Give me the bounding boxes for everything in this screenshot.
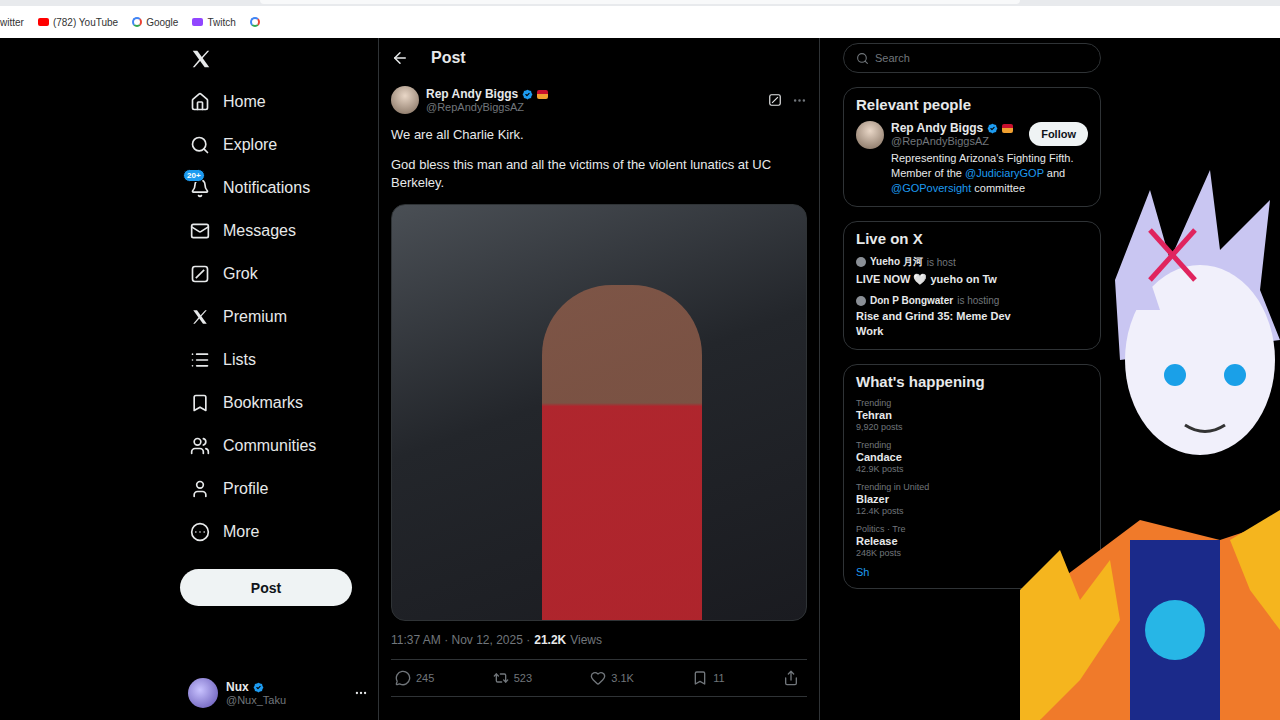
sidebar-item[interactable]: Lists: [180, 338, 368, 381]
main: HomeExplore20+NotificationsMessagesGrokP…: [0, 38, 1280, 720]
address-strip: [0, 0, 1280, 6]
bookmark-button[interactable]: 11: [692, 670, 724, 686]
page: witter (782) YouTube Google Twitch HomeExplo…: [0, 0, 1280, 720]
bookmark[interactable]: [250, 17, 260, 27]
address-bar[interactable]: [260, 0, 1020, 4]
author-handle[interactable]: @RepAndyBiggsAZ: [426, 101, 761, 113]
sidebar-item[interactable]: Communities: [180, 424, 368, 467]
like-button[interactable]: 3.1K: [590, 670, 634, 686]
google-icon: [132, 17, 142, 27]
grok-icon: [190, 264, 210, 284]
verified-icon: [252, 681, 265, 694]
sidebar: HomeExplore20+NotificationsMessagesGrokP…: [180, 38, 378, 720]
sidebar-item[interactable]: More: [180, 510, 368, 553]
tweet: Rep Andy Biggs@RepAndyBiggsAZ We are all …: [379, 78, 819, 697]
trend-item[interactable]: Politics · TreRelease248K posts: [856, 524, 1088, 558]
search-icon: [190, 135, 210, 155]
tweet-meta: 11:37 AM · Nov 12, 2025 ·21.2KViews: [391, 633, 807, 660]
author-avatar[interactable]: [391, 86, 419, 114]
sidebar-item[interactable]: Bookmarks: [180, 381, 368, 424]
affiliate-badge: [537, 90, 548, 99]
trending-card: What's happeningTrendingTehran9,920 post…: [843, 364, 1101, 589]
sidebar-item[interactable]: Profile: [180, 467, 368, 510]
premium-x-icon[interactable]: [191, 308, 209, 326]
search-icon: [856, 52, 869, 65]
verified-icon: [521, 88, 534, 101]
relevant-people-card: Relevant peopleRep Andy Biggs@RepAndyBig…: [843, 87, 1101, 207]
bookmark[interactable]: Twitch: [192, 17, 235, 28]
users-icon: [190, 436, 210, 456]
host-avatar: [856, 257, 866, 267]
back-arrow-icon[interactable]: [391, 49, 409, 67]
tweet-photo[interactable]: [391, 204, 807, 621]
follow-button[interactable]: Follow: [1029, 122, 1088, 146]
bookmark-icon: [692, 670, 708, 686]
live-item[interactable]: Don P Bongwateris hostingRise and Grind …: [856, 295, 1088, 339]
verified-icon: [986, 122, 999, 135]
more-icon[interactable]: [792, 93, 807, 108]
streamer-avatar: [1020, 160, 1280, 720]
more-circle-icon: [190, 522, 210, 542]
header: Post: [379, 38, 819, 78]
trend-item[interactable]: TrendingTehran9,920 posts: [856, 398, 1088, 432]
repost-icon: [493, 670, 509, 686]
logo[interactable]: [180, 38, 368, 80]
sidebar-item[interactable]: Explore: [180, 123, 368, 166]
person-avatar[interactable]: [856, 121, 884, 149]
mail-icon: [190, 221, 210, 241]
show-more-link[interactable]: Sh: [856, 566, 1088, 578]
post-column: Post Rep Andy Biggs@RepAndyBiggsAZ We are …: [378, 38, 820, 720]
sidebar-item[interactable]: Home: [180, 80, 368, 123]
bookmark[interactable]: Google: [132, 17, 178, 28]
repost-button[interactable]: 523: [493, 670, 532, 686]
notification-badge: 20+: [183, 169, 205, 182]
live-item[interactable]: Yueho 月河is hostLIVE NOW 🤍 yueho on Tw: [856, 255, 1088, 287]
bookmark-icon: [190, 393, 210, 413]
reply-button[interactable]: 245: [395, 670, 434, 686]
grok-icon: [768, 93, 782, 107]
x-logo-icon[interactable]: [190, 48, 212, 70]
sidebar-item[interactable]: Messages: [180, 209, 368, 252]
bookmark[interactable]: witter: [0, 17, 24, 28]
action-bar: 245 523 3.1K 11: [391, 660, 807, 697]
affiliate-badge: [1002, 124, 1013, 133]
reply-icon: [395, 670, 411, 686]
right-sidebar: Search Relevant peopleRep Andy Biggs@RepA…: [820, 38, 1101, 720]
user-icon: [190, 479, 210, 499]
sidebar-item[interactable]: 20+Notifications: [180, 166, 368, 209]
list-icon: [190, 350, 210, 370]
share-button[interactable]: [783, 670, 799, 686]
account-switcher[interactable]: Nux@Nux_Taku: [180, 678, 368, 710]
author-name[interactable]: Rep Andy Biggs: [426, 87, 518, 101]
sidebar-item[interactable]: Premium: [180, 295, 368, 338]
trend-item[interactable]: Trending in UnitedBlazer12.4K posts: [856, 482, 1088, 516]
twitch-icon: [192, 18, 203, 26]
bookmark[interactable]: (782) YouTube: [38, 17, 118, 28]
host-avatar: [856, 296, 866, 306]
tweet-text: God bless this man and all the victims o…: [391, 156, 807, 192]
bookmarks-bar: witter (782) YouTube Google Twitch: [0, 6, 1280, 38]
account-avatar: [188, 678, 218, 708]
person-bio: Representing Arizona's Fighting Fifth. M…: [891, 151, 1088, 196]
browser-chrome: witter (782) YouTube Google Twitch: [0, 0, 1280, 38]
heart-icon: [590, 670, 606, 686]
google-icon: [250, 17, 260, 27]
youtube-icon: [38, 18, 49, 26]
home-icon: [190, 92, 210, 112]
trend-item[interactable]: TrendingCandace42.9K posts: [856, 440, 1088, 474]
post-button[interactable]: Post: [180, 569, 352, 606]
sidebar-item[interactable]: Grok: [180, 252, 368, 295]
tweet-text: We are all Charlie Kirk.: [391, 126, 807, 144]
share-icon: [783, 670, 799, 686]
live-card: Live on XYueho 月河is hostLIVE NOW 🤍 yueho…: [843, 221, 1101, 350]
search-field[interactable]: Search: [843, 43, 1101, 73]
more-icon[interactable]: [354, 686, 368, 700]
